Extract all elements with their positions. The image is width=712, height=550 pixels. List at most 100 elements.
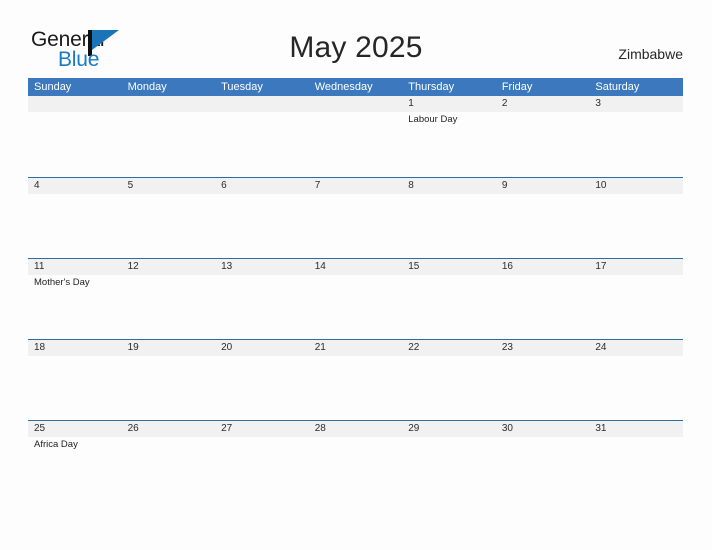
day-number[interactable]: 3 bbox=[589, 96, 683, 112]
day-cell[interactable]: Africa Day bbox=[28, 437, 122, 501]
day-number[interactable]: 2 bbox=[496, 96, 590, 112]
weekday-header-monday: Monday bbox=[127, 81, 167, 93]
day-number[interactable]: 15 bbox=[402, 259, 496, 275]
weekday-header-saturday: Saturday bbox=[595, 81, 640, 93]
week-date-band: 123 bbox=[28, 96, 683, 112]
day-number[interactable]: 1 bbox=[402, 96, 496, 112]
day-cell[interactable] bbox=[589, 356, 683, 420]
week-date-band: 18 19 20 21 22 23 24 bbox=[28, 339, 683, 356]
calendar-week-row: 4 5 6 7 8 9 10 bbox=[28, 177, 683, 258]
week-date-band: 25 26 27 28 29 30 31 bbox=[28, 420, 683, 437]
day-number[interactable]: 27 bbox=[215, 421, 309, 437]
week-date-band: 11 12 13 14 15 16 17 bbox=[28, 258, 683, 275]
day-number[interactable]: 16 bbox=[496, 259, 590, 275]
day-number[interactable]: 10 bbox=[589, 178, 683, 194]
day-cell[interactable] bbox=[215, 356, 309, 420]
day-cell[interactable] bbox=[496, 437, 590, 501]
day-number[interactable]: 28 bbox=[309, 421, 403, 437]
day-number[interactable]: 21 bbox=[309, 340, 403, 356]
day-cell[interactable] bbox=[28, 356, 122, 420]
day-number[interactable]: 5 bbox=[122, 178, 216, 194]
calendar-week-row: 18 19 20 21 22 23 24 bbox=[28, 339, 683, 420]
day-cell[interactable] bbox=[402, 356, 496, 420]
day-cell[interactable]: Mother's Day bbox=[28, 275, 122, 339]
day-cell[interactable] bbox=[402, 437, 496, 501]
day-number[interactable]: 18 bbox=[28, 340, 122, 356]
week-body: Mother's Day bbox=[28, 275, 683, 339]
weekday-header-thursday: Thursday bbox=[408, 81, 455, 93]
week-body bbox=[28, 356, 683, 420]
day-number-empty bbox=[28, 96, 122, 112]
day-number[interactable]: 17 bbox=[589, 259, 683, 275]
day-number[interactable]: 13 bbox=[215, 259, 309, 275]
day-number[interactable]: 25 bbox=[28, 421, 122, 437]
day-number-empty bbox=[309, 96, 403, 112]
weekday-header-wednesday: Wednesday bbox=[314, 81, 373, 93]
day-cell[interactable] bbox=[122, 437, 216, 501]
day-number[interactable]: 7 bbox=[309, 178, 403, 194]
day-number[interactable]: 26 bbox=[122, 421, 216, 437]
calendar-grid: Sunday Monday Tuesday Wednesday Thursday Frid… bbox=[28, 78, 683, 501]
day-cell[interactable] bbox=[589, 194, 683, 258]
weekday-header-sunday: Sunday bbox=[34, 81, 72, 93]
day-cell[interactable] bbox=[496, 275, 590, 339]
day-number[interactable]: 19 bbox=[122, 340, 216, 356]
calendar-week-row: 11 12 13 14 15 16 17 Mother's Day bbox=[28, 258, 683, 339]
day-number[interactable]: 30 bbox=[496, 421, 590, 437]
day-cell[interactable] bbox=[215, 437, 309, 501]
day-cell[interactable] bbox=[215, 112, 309, 176]
day-cell[interactable] bbox=[496, 356, 590, 420]
day-cell[interactable] bbox=[122, 356, 216, 420]
day-number[interactable]: 29 bbox=[402, 421, 496, 437]
day-number[interactable]: 14 bbox=[309, 259, 403, 275]
day-cell[interactable] bbox=[309, 437, 403, 501]
day-cell[interactable] bbox=[496, 112, 590, 176]
day-number[interactable]: 12 bbox=[122, 259, 216, 275]
day-number[interactable]: 8 bbox=[402, 178, 496, 194]
day-number[interactable]: 31 bbox=[589, 421, 683, 437]
day-cell[interactable] bbox=[496, 194, 590, 258]
day-number[interactable]: 11 bbox=[28, 259, 122, 275]
day-number[interactable]: 22 bbox=[402, 340, 496, 356]
day-cell[interactable] bbox=[402, 275, 496, 339]
day-number-empty bbox=[215, 96, 309, 112]
day-cell[interactable] bbox=[402, 194, 496, 258]
day-number[interactable]: 20 bbox=[215, 340, 309, 356]
day-cell[interactable] bbox=[589, 437, 683, 501]
day-number[interactable]: 6 bbox=[215, 178, 309, 194]
day-number[interactable]: 23 bbox=[496, 340, 590, 356]
weekday-header-tuesday: Tuesday bbox=[221, 81, 263, 93]
day-cell[interactable] bbox=[122, 194, 216, 258]
holiday-event: Labour Day bbox=[408, 114, 458, 125]
page-title: May 2025 bbox=[289, 31, 423, 64]
calendar-page: General Blue May 2025 Zimbabwe Sunday Mon… bbox=[0, 0, 712, 550]
holiday-event: Mother's Day bbox=[34, 277, 90, 288]
day-number[interactable]: 4 bbox=[28, 178, 122, 194]
day-number-empty bbox=[122, 96, 216, 112]
week-body: Africa Day bbox=[28, 437, 683, 501]
day-cell[interactable] bbox=[589, 112, 683, 176]
calendar-weeks: 1 2 3 Labour Day 4 5 6 7 8 9 10 11 12 13 14 15 16 17 Mothe… bbox=[28, 96, 683, 501]
day-cell[interactable] bbox=[309, 275, 403, 339]
day-cell[interactable] bbox=[122, 112, 216, 176]
day-cell[interactable] bbox=[215, 194, 309, 258]
country-label: Zimbabwe bbox=[618, 46, 683, 62]
day-cell[interactable] bbox=[589, 275, 683, 339]
page-header: General Blue May 2025 Zimbabwe bbox=[0, 0, 712, 78]
day-cell[interactable] bbox=[215, 275, 309, 339]
weekday-header-friday: Friday bbox=[501, 81, 533, 93]
calendar-week-row: 1 2 3 Labour Day bbox=[28, 96, 683, 177]
day-cell[interactable] bbox=[309, 112, 403, 176]
day-cell[interactable]: Labour Day bbox=[402, 112, 496, 176]
day-number[interactable]: 24 bbox=[589, 340, 683, 356]
day-number[interactable]: 9 bbox=[496, 178, 590, 194]
day-cell[interactable] bbox=[122, 275, 216, 339]
week-date-band: 4 5 6 7 8 9 10 bbox=[28, 177, 683, 194]
day-cell[interactable] bbox=[309, 194, 403, 258]
day-cell[interactable] bbox=[28, 194, 122, 258]
weekday-header-row: Sunday Monday Tuesday Wednesday Thursday Frid… bbox=[28, 78, 683, 96]
day-cell[interactable] bbox=[309, 356, 403, 420]
day-cell[interactable] bbox=[28, 112, 122, 176]
week-body bbox=[28, 194, 683, 258]
holiday-event: Africa Day bbox=[34, 439, 78, 450]
